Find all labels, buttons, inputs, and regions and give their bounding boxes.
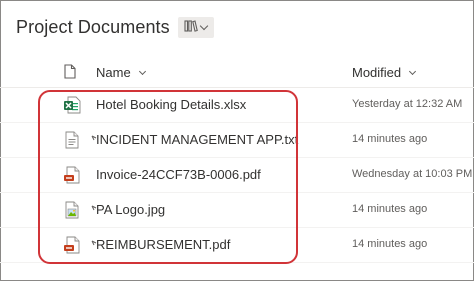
image-file-icon — [63, 201, 81, 224]
pdf-file-icon — [63, 166, 81, 189]
view-options-button[interactable] — [177, 17, 214, 38]
file-name-link[interactable]: Invoice-24CCF73B-0006.pdf — [96, 167, 261, 182]
file-modified: 14 minutes ago — [352, 203, 428, 215]
file-row[interactable]: Invoice-24CCF73B-0006.pdf Wednesday at 1… — [0, 158, 474, 193]
file-name-link[interactable]: Hotel Booking Details.xlsx — [96, 97, 246, 112]
chevron-down-icon — [138, 67, 146, 75]
chevron-down-icon — [409, 67, 417, 75]
file-row[interactable]: Hotel Booking Details.xlsx Yesterday at … — [0, 88, 474, 123]
page-title: Project Documents — [16, 17, 170, 37]
file-modified: Yesterday at 12:32 AM — [352, 98, 463, 110]
excel-file-icon — [63, 96, 81, 119]
text-file-icon — [63, 131, 81, 154]
library-header: Project Documents — [16, 17, 214, 38]
chevron-down-icon — [200, 21, 209, 31]
file-row[interactable]: PA Logo.jpg 14 minutes ago — [0, 193, 474, 228]
modified-column-label: Modified — [352, 65, 402, 80]
file-type-column-icon[interactable] — [64, 64, 76, 84]
pdf-file-icon — [63, 236, 81, 259]
file-modified: 14 minutes ago — [352, 133, 428, 145]
file-modified: Wednesday at 10:03 PM — [352, 168, 473, 180]
column-header-row: Name Modified — [0, 56, 474, 88]
name-column-header[interactable]: Name — [96, 65, 146, 80]
file-name-link[interactable]: INCIDENT MANAGEMENT APP.txt — [96, 132, 298, 147]
file-name-link[interactable]: REIMBURSEMENT.pdf — [96, 237, 230, 252]
file-modified: 14 minutes ago — [352, 238, 428, 250]
modified-column-header[interactable]: Modified — [352, 65, 417, 80]
name-column-label: Name — [96, 65, 131, 80]
file-row[interactable]: INCIDENT MANAGEMENT APP.txt 14 minutes a… — [0, 123, 474, 158]
file-row[interactable]: REIMBURSEMENT.pdf 14 minutes ago — [0, 228, 474, 263]
file-name-link[interactable]: PA Logo.jpg — [96, 202, 165, 217]
library-icon — [184, 19, 199, 37]
